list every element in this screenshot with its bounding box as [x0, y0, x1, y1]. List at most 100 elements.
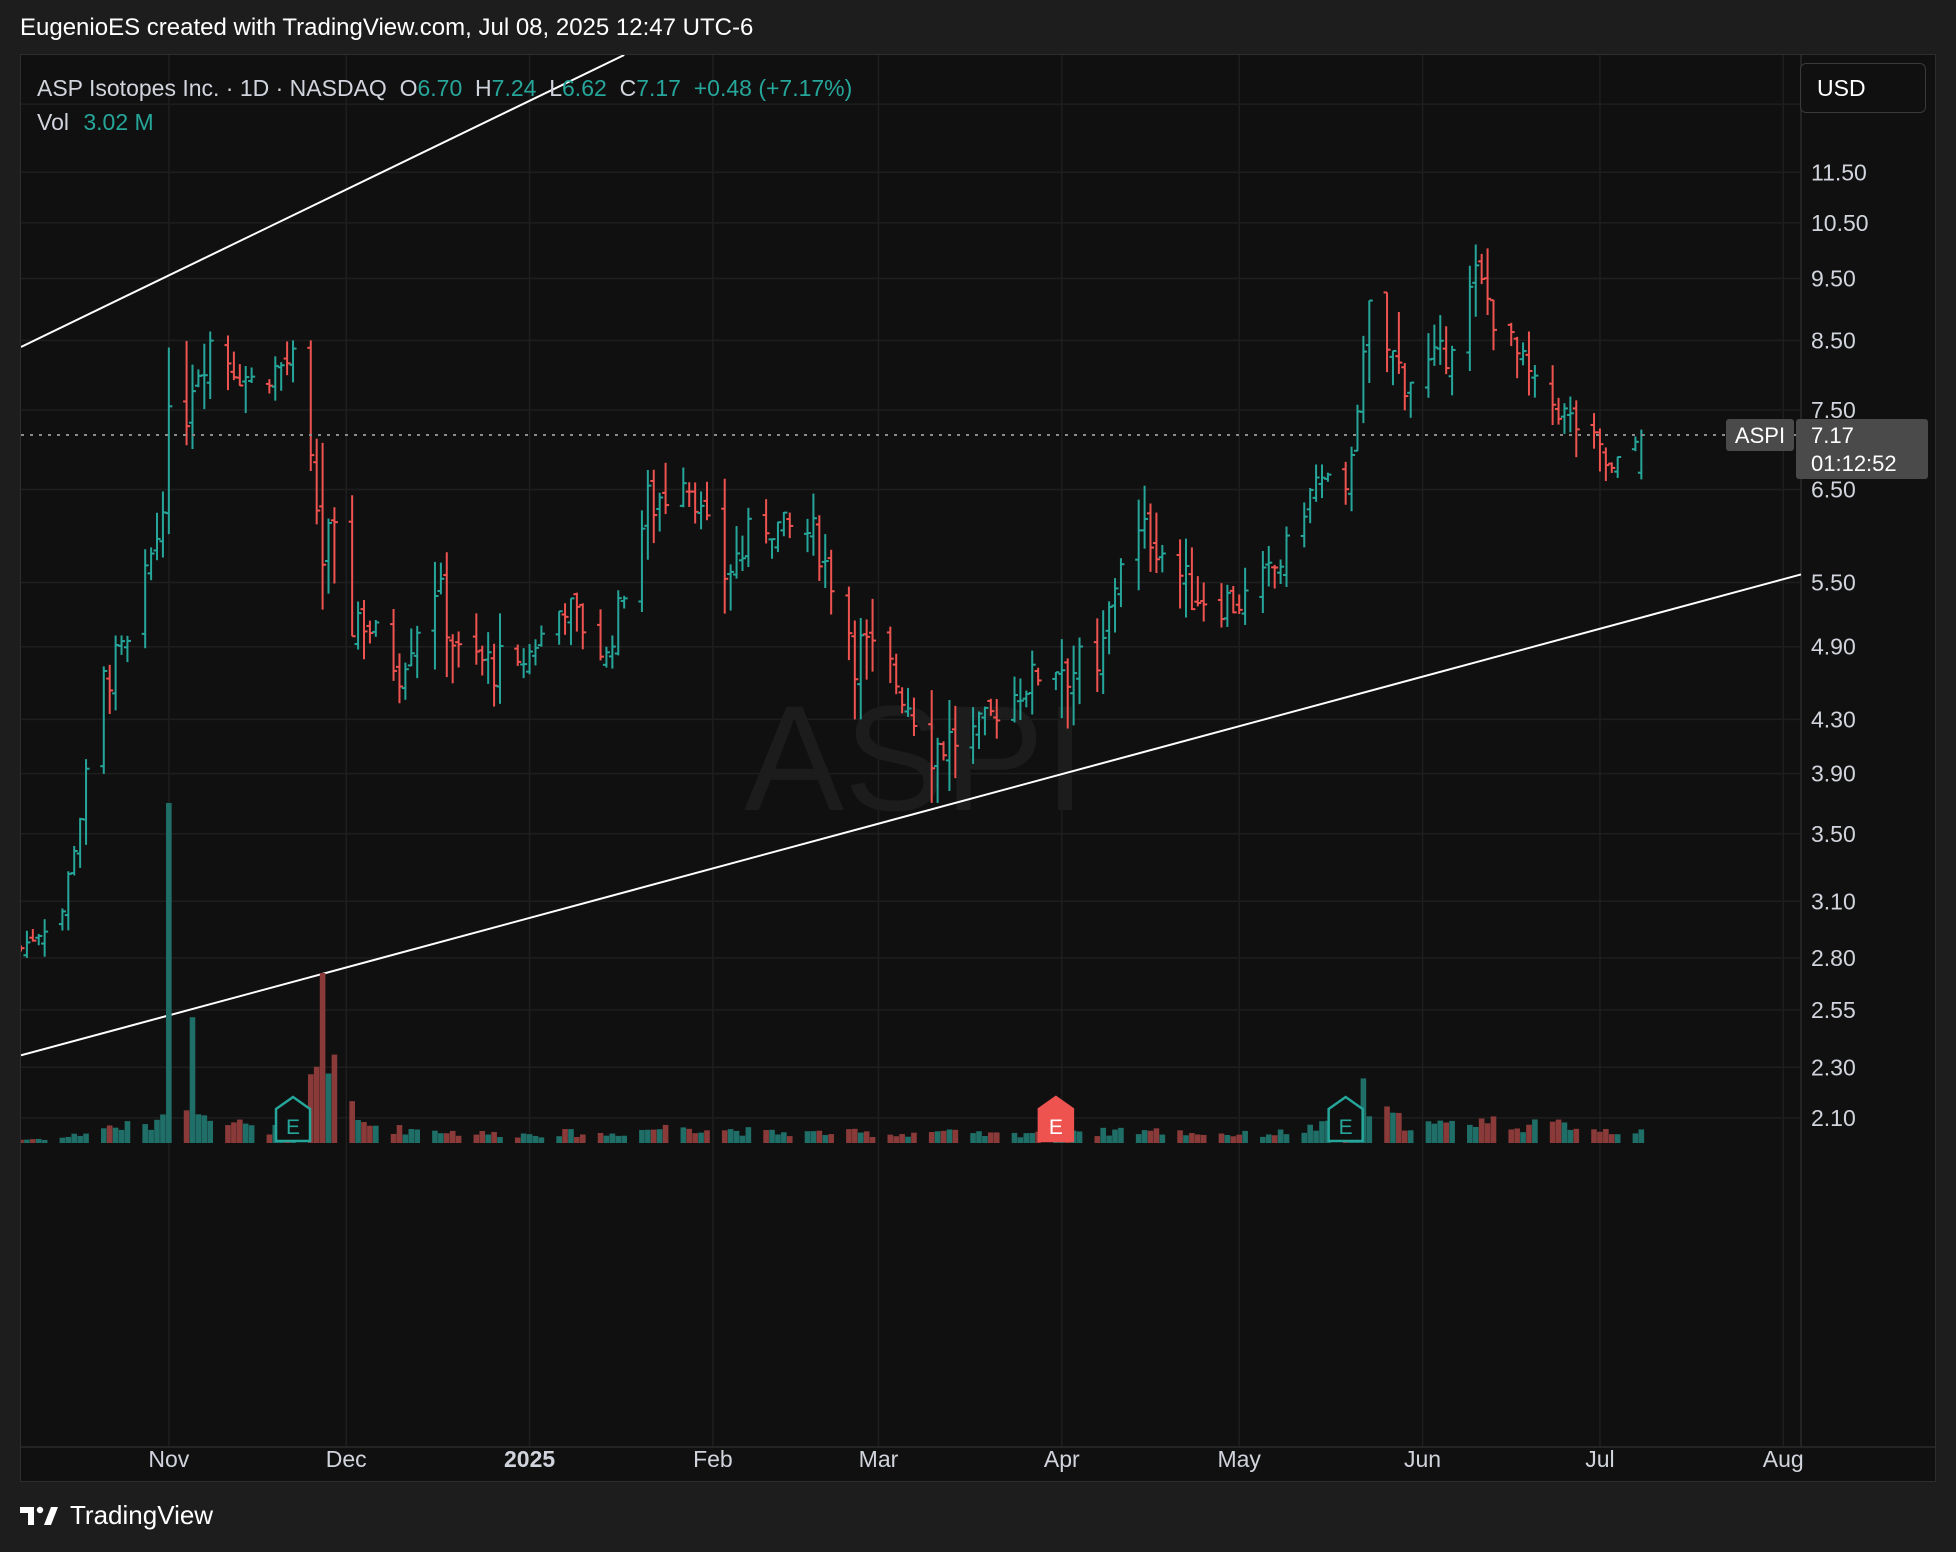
volume-bar	[1472, 1126, 1479, 1143]
y-tick-label: 2.30	[1811, 1054, 1856, 1080]
volume-bar	[1118, 1127, 1124, 1143]
volume-bar	[331, 1054, 338, 1143]
ohlc-chart[interactable]: ASPI EEE 13.0011.5010.509.508.507.506.50…	[21, 55, 1936, 1482]
volume-bar	[645, 1129, 651, 1143]
volume-bar	[225, 1125, 231, 1143]
volume-bar	[532, 1135, 539, 1143]
volume-bar	[1597, 1131, 1603, 1143]
volume-bar	[1396, 1112, 1402, 1143]
earnings-marker-glyph: E	[1049, 1116, 1063, 1139]
volume-bar	[77, 1135, 83, 1143]
volume-bar	[1094, 1136, 1101, 1143]
symbol-name[interactable]: ASP Isotopes Inc. · 1D · NASDAQ	[37, 75, 387, 101]
volume-bar	[142, 1124, 148, 1143]
volume-bar	[1195, 1134, 1201, 1143]
volume-bar	[373, 1125, 379, 1143]
y-tick-label: 4.30	[1811, 706, 1856, 732]
volume-bar	[118, 1129, 125, 1143]
volume-bar	[976, 1131, 982, 1143]
volume-bar	[538, 1137, 545, 1143]
volume-bar	[1153, 1128, 1160, 1143]
symbol-watermark: ASPI	[744, 674, 1086, 842]
volume-bar	[993, 1132, 1000, 1143]
volume-bar	[952, 1129, 959, 1143]
earnings-marker-glyph: E	[286, 1116, 300, 1139]
volume-bar	[266, 1134, 273, 1143]
volume-bar	[597, 1132, 604, 1143]
earnings-marker-icon[interactable]: E	[1327, 1095, 1364, 1143]
trendlines	[21, 55, 1802, 1057]
x-tick-label: 2025	[504, 1446, 555, 1472]
volume-bar	[934, 1131, 941, 1143]
volume-bar	[1224, 1134, 1231, 1143]
y-tick-label: 2.80	[1811, 945, 1856, 971]
open-value: 6.70	[417, 75, 463, 101]
volume-bar	[905, 1136, 911, 1143]
volume-bar	[621, 1135, 627, 1143]
volume-bar	[1532, 1119, 1538, 1143]
chart-frame[interactable]: ASPI EEE 13.0011.5010.509.508.507.506.50…	[20, 54, 1936, 1482]
volume-bar	[1141, 1130, 1148, 1143]
y-tick-label: 10.50	[1811, 210, 1869, 236]
volume-bar	[911, 1132, 917, 1143]
volume-bar	[1017, 1137, 1024, 1143]
price-tag: ASPI 7.17 01:12:52	[1726, 419, 1928, 480]
volume-bar	[863, 1131, 870, 1143]
chart-attribution-header: EugenioES created with TradingView.com, …	[20, 14, 754, 41]
volume-bar	[1608, 1134, 1615, 1143]
volume-bar	[1431, 1123, 1438, 1143]
volume-bar	[1230, 1136, 1237, 1143]
volume-bar	[514, 1137, 521, 1143]
close-label: C	[619, 75, 637, 101]
volume-row: Vol 3.02 M	[37, 105, 852, 139]
currency-button[interactable]: USD	[1800, 63, 1926, 113]
volume-bar	[1265, 1134, 1272, 1143]
volume-bar	[367, 1125, 373, 1143]
volume-bar	[148, 1129, 154, 1143]
volume-bar	[112, 1127, 119, 1143]
x-tick-label: Nov	[148, 1446, 189, 1472]
volume-bar	[1307, 1124, 1313, 1143]
volume-bar	[940, 1130, 947, 1143]
tradingview-logo-icon	[20, 1506, 58, 1525]
volume-bar	[1183, 1135, 1189, 1143]
volume-bar	[1177, 1130, 1183, 1143]
earnings-marker-icon[interactable]: E	[274, 1095, 312, 1143]
volume-bar	[349, 1101, 355, 1143]
volume-bar	[1549, 1121, 1556, 1143]
volume-bar	[692, 1133, 698, 1143]
volume-bar	[1591, 1129, 1597, 1143]
y-tick-label: 4.90	[1811, 634, 1856, 660]
y-tick-label: 5.50	[1811, 569, 1856, 595]
volume-bar	[1218, 1133, 1225, 1143]
volume-bar	[946, 1129, 953, 1143]
volume-bar	[24, 1139, 30, 1143]
volume-bar	[1313, 1130, 1319, 1143]
volume-bar	[556, 1136, 562, 1143]
volume-bar	[1401, 1130, 1408, 1143]
volume-bar	[361, 1122, 367, 1143]
volume-bar	[491, 1131, 497, 1143]
volume-bar	[680, 1127, 687, 1143]
symbol-legend: ASP Isotopes Inc. · 1D · NASDAQ O6.70 H7…	[37, 71, 852, 139]
volume-bar	[1200, 1134, 1207, 1143]
volume-bar	[745, 1127, 752, 1143]
volume-bar	[479, 1130, 486, 1143]
volume-bar	[775, 1134, 781, 1143]
volume-bar	[1011, 1132, 1018, 1143]
volume-bar	[1526, 1124, 1532, 1143]
volume-bar	[1236, 1134, 1243, 1143]
volume-bar	[248, 1125, 255, 1143]
volume-bar	[1106, 1135, 1112, 1143]
volume-bar	[1112, 1129, 1118, 1143]
x-tick-label: Feb	[693, 1446, 733, 1472]
price-bars	[21, 244, 1645, 958]
volume-bar	[414, 1129, 421, 1143]
volume-bar	[201, 1115, 208, 1143]
volume-bar	[988, 1132, 994, 1143]
earnings-marker-icon[interactable]: E	[1037, 1095, 1075, 1143]
volume-bar	[857, 1132, 864, 1143]
volume-bar	[568, 1129, 574, 1143]
volume-bar	[639, 1129, 645, 1143]
volume-bar	[1260, 1136, 1266, 1143]
